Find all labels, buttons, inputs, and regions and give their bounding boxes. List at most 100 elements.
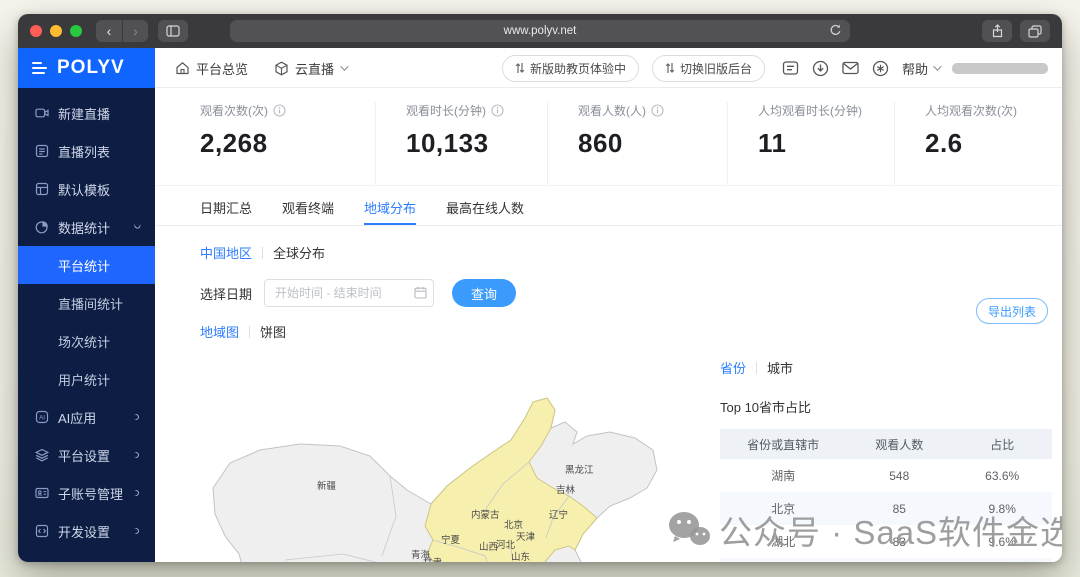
minimize-window-icon[interactable] [50, 25, 62, 37]
sidebar-label: 新建直播 [58, 104, 155, 123]
share-button[interactable] [982, 20, 1012, 42]
sidebar: 新建直播 直播列表 默认模板 数据统计 平台统计 直播间统计 场次统计 用户统计… [18, 88, 155, 562]
sidebar-item-default-template[interactable]: 默认模板 [18, 170, 155, 208]
stat-value: 10,133 [406, 128, 519, 159]
sidebar-label: 场次统计 [58, 332, 110, 351]
sidebar-item-platform-settings[interactable]: 平台设置 [18, 436, 155, 474]
tab-date-summary[interactable]: 日期汇总 [200, 198, 252, 225]
browser-chrome: ‹ › www.polyv.net [18, 14, 1062, 48]
sidebar-item-platform-statistics[interactable]: 平台统计 [18, 246, 155, 284]
sidebar-item-live-list[interactable]: 直播列表 [18, 132, 155, 170]
stat-viewer-count: 观看人数(人) 860 [547, 102, 727, 185]
svg-text:北京: 北京 [504, 519, 523, 531]
browser-forward-button[interactable]: › [122, 20, 148, 42]
stat-value: 860 [578, 128, 699, 159]
message-icon[interactable] [782, 60, 799, 76]
tab-region-distribution[interactable]: 地域分布 [364, 198, 416, 225]
sidebar-item-session-statistics[interactable]: 场次统计 [18, 322, 155, 360]
table-row: 广东 47 5.4% [720, 558, 1052, 562]
svg-text:宁夏: 宁夏 [441, 534, 461, 546]
reload-icon[interactable] [828, 23, 843, 38]
city-link[interactable]: 城市 [767, 358, 793, 377]
province-link[interactable]: 省份 [720, 358, 746, 377]
sidebar-item-ai-apps[interactable]: AI AI应用 [18, 398, 155, 436]
region-map-link[interactable]: 地域图 [200, 322, 239, 341]
beta-experience-button[interactable]: 新版助教页体验中 [502, 55, 639, 82]
stat-label: 观看次数(次) [200, 102, 268, 119]
table-row: 湖南 548 63.6% [720, 459, 1052, 492]
info-icon[interactable] [651, 104, 664, 117]
column-header: 观看人数 [846, 429, 952, 459]
url-text: www.polyv.net [504, 25, 577, 37]
sidebar-label: 子账号管理 [58, 484, 124, 503]
stat-value: 11 [758, 128, 866, 159]
date-range-input[interactable] [264, 279, 434, 307]
cell-percent: 5.4% [952, 558, 1052, 562]
sidebar-item-room-statistics[interactable]: 直播间统计 [18, 284, 155, 322]
app-header: POLYV 平台总览 云直播 新版助教页体验中 切换旧版后台 [18, 48, 1062, 88]
sidebar-item-new-live[interactable]: 新建直播 [18, 94, 155, 132]
points-icon[interactable] [872, 60, 889, 77]
info-icon[interactable] [491, 104, 504, 117]
menu-toggle-icon[interactable] [32, 59, 47, 77]
logo-block[interactable]: POLYV [18, 48, 155, 88]
global-region-link[interactable]: 全球分布 [273, 243, 325, 262]
nav-product-switcher[interactable]: 云直播 [274, 59, 346, 78]
svg-text:河北: 河北 [496, 539, 516, 551]
china-region-link[interactable]: 中国地区 [200, 243, 252, 262]
template-icon [35, 182, 49, 196]
swap-arrows-icon [665, 62, 675, 74]
divider [262, 247, 263, 259]
region-scope-toggle: 中国地区 全球分布 [200, 243, 1062, 262]
stat-label: 观看人数(人) [578, 102, 646, 119]
browser-window: ‹ › www.polyv.net POLYV 平台总览 [18, 14, 1062, 562]
chevron-down-icon [340, 62, 348, 70]
divider [249, 326, 250, 338]
tab-max-online[interactable]: 最高在线人数 [446, 198, 524, 225]
tab-view-terminal[interactable]: 观看终端 [282, 198, 334, 225]
sidebar-item-data-statistics[interactable]: 数据统计 [18, 208, 155, 246]
cell-viewers: 83 [846, 525, 952, 558]
switch-legacy-button[interactable]: 切换旧版后台 [652, 55, 765, 82]
close-window-icon[interactable] [30, 25, 42, 37]
download-icon[interactable] [812, 60, 829, 77]
sidebar-label: 直播间统计 [58, 294, 123, 313]
cell-viewers: 548 [846, 459, 952, 492]
province-city-toggle: 省份 城市 [720, 358, 1052, 377]
table-header-row: 省份或直辖市 观看人数 占比 [720, 429, 1052, 459]
sidebar-label: 数据统计 [58, 218, 124, 237]
chevron-right-icon [132, 489, 140, 497]
sidebar-item-subaccount-management[interactable]: 子账号管理 [18, 474, 155, 512]
list-icon [35, 144, 49, 158]
cube-icon [274, 61, 289, 76]
share-icon [991, 24, 1004, 38]
help-menu[interactable]: 帮助 [902, 59, 939, 78]
mail-icon[interactable] [842, 61, 859, 75]
query-button[interactable]: 查询 [452, 279, 516, 307]
address-bar[interactable]: www.polyv.net [230, 20, 850, 42]
cell-viewers: 47 [846, 558, 952, 562]
stats-row: 观看次数(次) 2,268 观看时长(分钟) 10,133 观看人数(人) 86… [155, 88, 1062, 185]
stat-value: 2.6 [925, 128, 1026, 159]
sidebar-item-user-statistics[interactable]: 用户统计 [18, 360, 155, 398]
sidebar-item-developer-settings[interactable]: 开发设置 [18, 512, 155, 550]
account-name-redacted[interactable] [952, 63, 1048, 74]
table-row: 北京 85 9.8% [720, 492, 1052, 525]
browser-back-button[interactable]: ‹ [96, 20, 122, 42]
browser-sidebar-toggle[interactable] [158, 20, 188, 42]
svg-text:甘肃: 甘肃 [423, 557, 442, 562]
divider [756, 362, 757, 374]
info-icon[interactable] [273, 104, 286, 117]
brand-logo: POLYV [57, 57, 125, 79]
calendar-icon[interactable] [414, 286, 427, 299]
sidebar-label: 直播列表 [58, 142, 155, 161]
tabs-overview-button[interactable] [1020, 20, 1050, 42]
cell-viewers: 85 [846, 492, 952, 525]
stat-view-count: 观看次数(次) 2,268 [200, 102, 375, 185]
nav-platform-overview[interactable]: 平台总览 [175, 59, 248, 78]
svg-text:黑龙江: 黑龙江 [565, 464, 594, 476]
maximize-window-icon[interactable] [70, 25, 82, 37]
date-filter-row: 选择日期 查询 [200, 279, 1062, 307]
export-list-button[interactable]: 导出列表 [976, 298, 1048, 324]
pie-chart-link[interactable]: 饼图 [260, 322, 286, 341]
